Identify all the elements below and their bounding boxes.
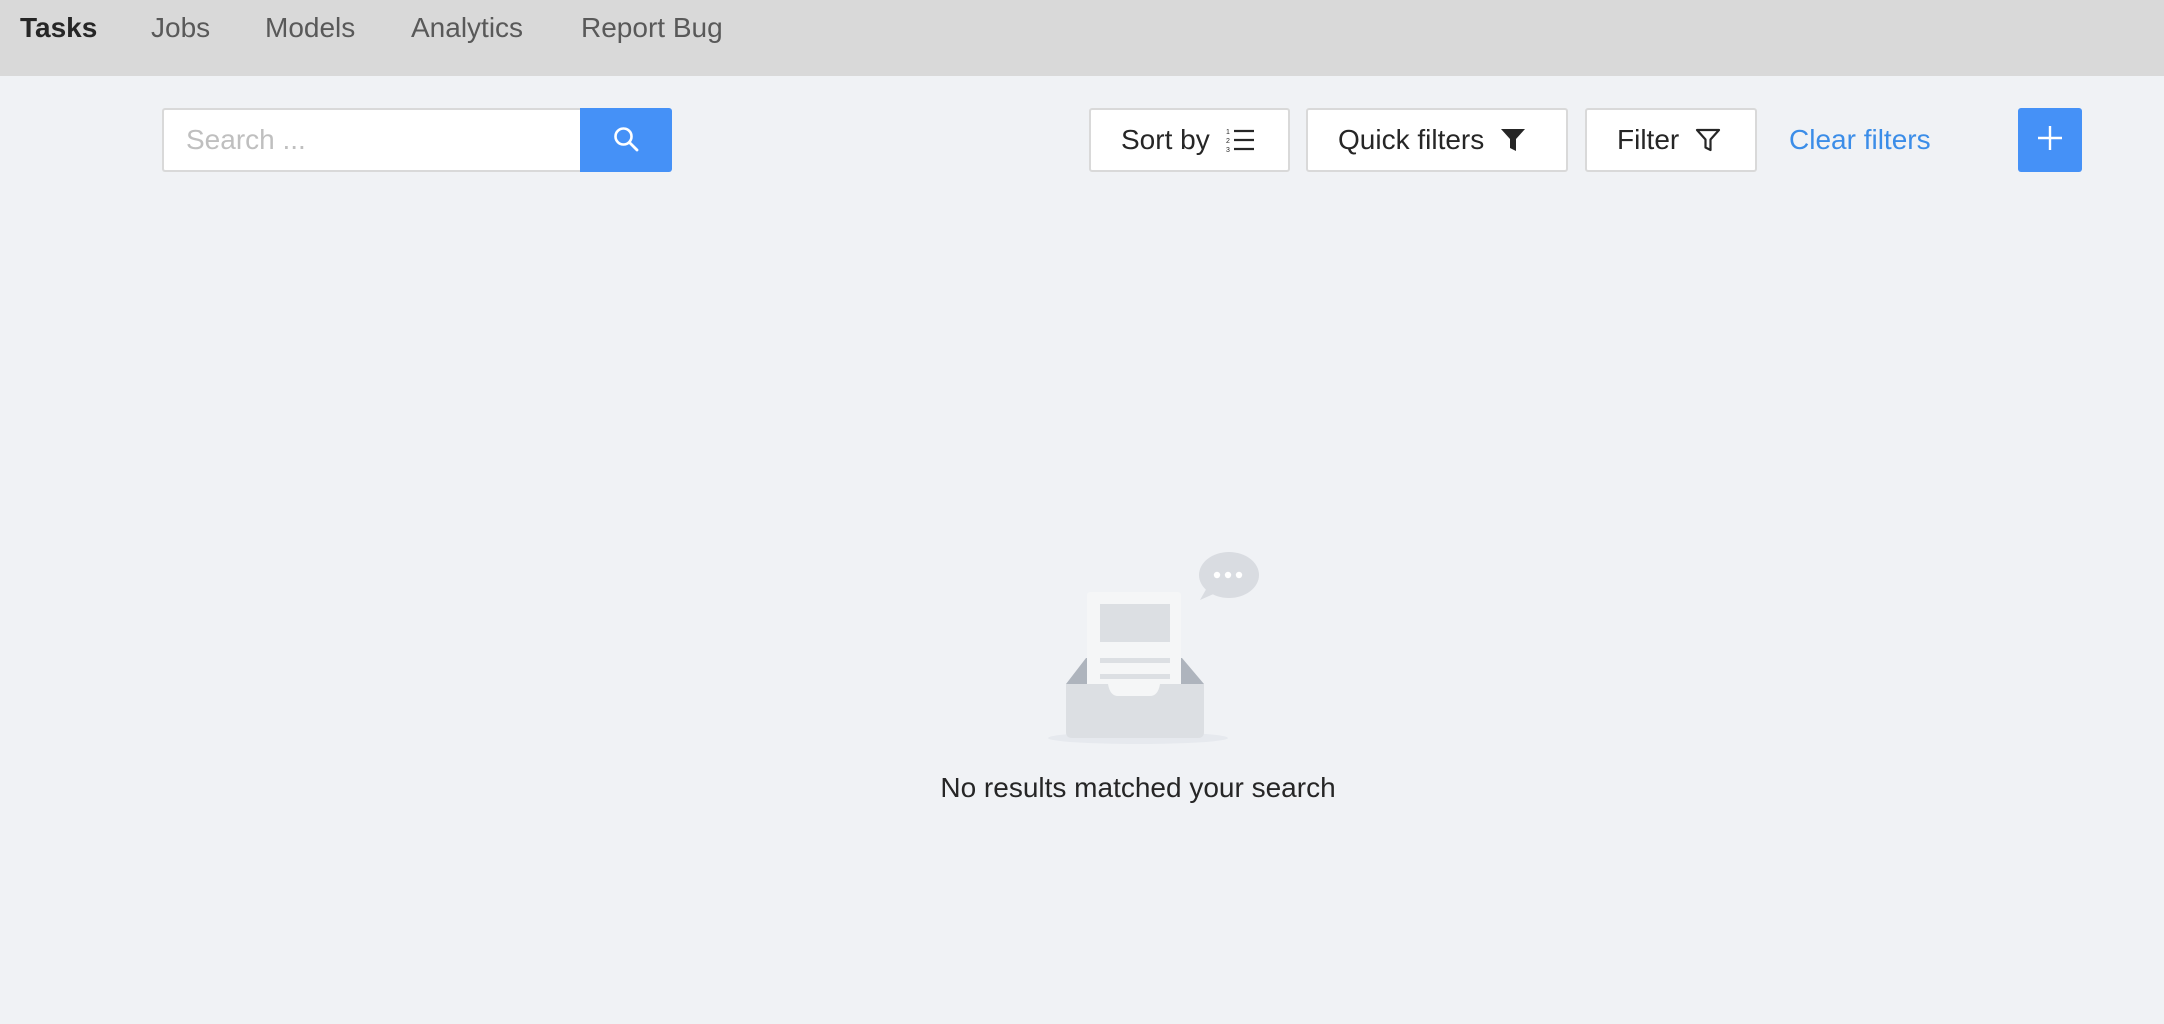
nav-item-jobs[interactable]: Jobs (151, 10, 210, 46)
search-icon (613, 126, 639, 155)
add-button[interactable] (2018, 108, 2082, 172)
empty-inbox-icon (1040, 548, 1280, 748)
filter-icon (1695, 128, 1721, 152)
search-input[interactable] (162, 108, 580, 172)
nav-item-tasks[interactable]: Tasks (20, 10, 97, 46)
search-bar (162, 108, 672, 172)
nav-item-report-bug[interactable]: Report Bug (581, 10, 723, 46)
top-navigation: Tasks Jobs Models Analytics Report Bug (0, 0, 2164, 76)
filled-filter-icon (1500, 128, 1526, 152)
sort-by-label: Sort by (1121, 124, 1210, 155)
svg-text:1: 1 (1226, 129, 1230, 136)
sort-by-button[interactable]: Sort by 1 2 3 (1089, 108, 1290, 172)
filter-button[interactable]: Filter (1585, 108, 1757, 172)
nav-item-models[interactable]: Models (265, 10, 355, 46)
plus-icon (2037, 125, 2063, 156)
svg-text:2: 2 (1226, 138, 1230, 145)
svg-text:3: 3 (1226, 147, 1230, 153)
nav-item-analytics[interactable]: Analytics (411, 10, 523, 46)
ordered-list-icon: 1 2 3 (1226, 127, 1254, 153)
quick-filters-label: Quick filters (1338, 124, 1485, 155)
search-button[interactable] (580, 108, 672, 172)
empty-state-message: No results matched your search (940, 772, 1336, 803)
quick-filters-button[interactable]: Quick filters (1306, 108, 1568, 172)
clear-filters-link[interactable]: Clear filters (1789, 122, 1931, 158)
filter-label: Filter (1617, 124, 1680, 155)
